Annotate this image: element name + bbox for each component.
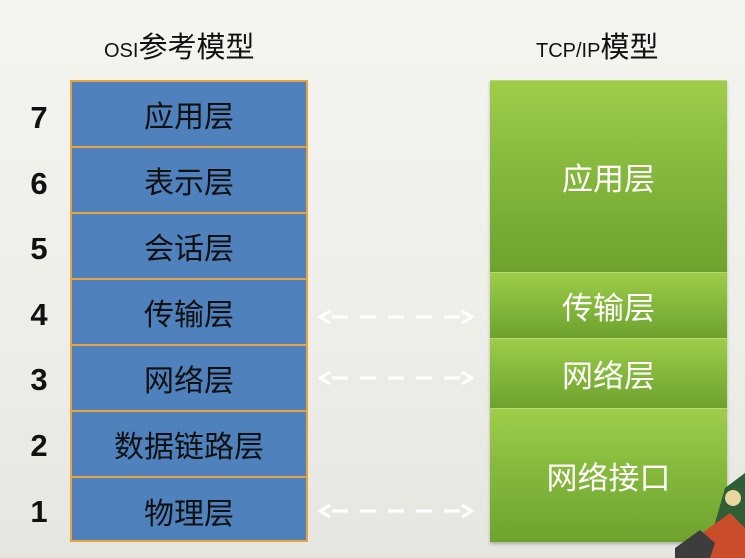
- layer-number-5: 5: [30, 231, 48, 266]
- layer-number-7: 7: [30, 100, 48, 135]
- osi-layer-session: 会话层: [72, 214, 306, 280]
- osi-layer-application: 应用层: [72, 82, 306, 148]
- layer-number-2: 2: [30, 428, 48, 463]
- network-mapping-arrow: [318, 370, 474, 386]
- osi-layer-network: 网络层: [72, 346, 306, 412]
- osi-layer-transport: 传输层: [72, 280, 306, 346]
- osi-layer-physical: 物理层: [144, 497, 234, 532]
- tcpip-model-title: TCP/IP模型: [536, 30, 659, 64]
- corner-decoration-image: [675, 473, 745, 558]
- layer-number-4: 4: [30, 297, 48, 332]
- layer-number-6: 6: [30, 166, 48, 201]
- layer-number-1: 1: [30, 494, 48, 529]
- tcpip-layer-transport: 传输层: [490, 272, 727, 338]
- physical-mapping-arrow: [318, 503, 474, 519]
- osi-model-title: OSI参考模型: [104, 30, 255, 64]
- osi-layer-presentation: 表示层: [72, 148, 306, 214]
- tcpip-layer-internet: 网络层: [490, 338, 727, 408]
- osi-layer-data-link: 数据链路层: [72, 412, 306, 478]
- tcpip-layer-application: 应用层: [490, 80, 727, 272]
- osi-layer-stack: 应用层 表示层 会话层 传输层 网络层 数据链路层 物理层: [70, 80, 308, 542]
- transport-mapping-arrow: [318, 309, 474, 325]
- layer-number-3: 3: [30, 362, 48, 397]
